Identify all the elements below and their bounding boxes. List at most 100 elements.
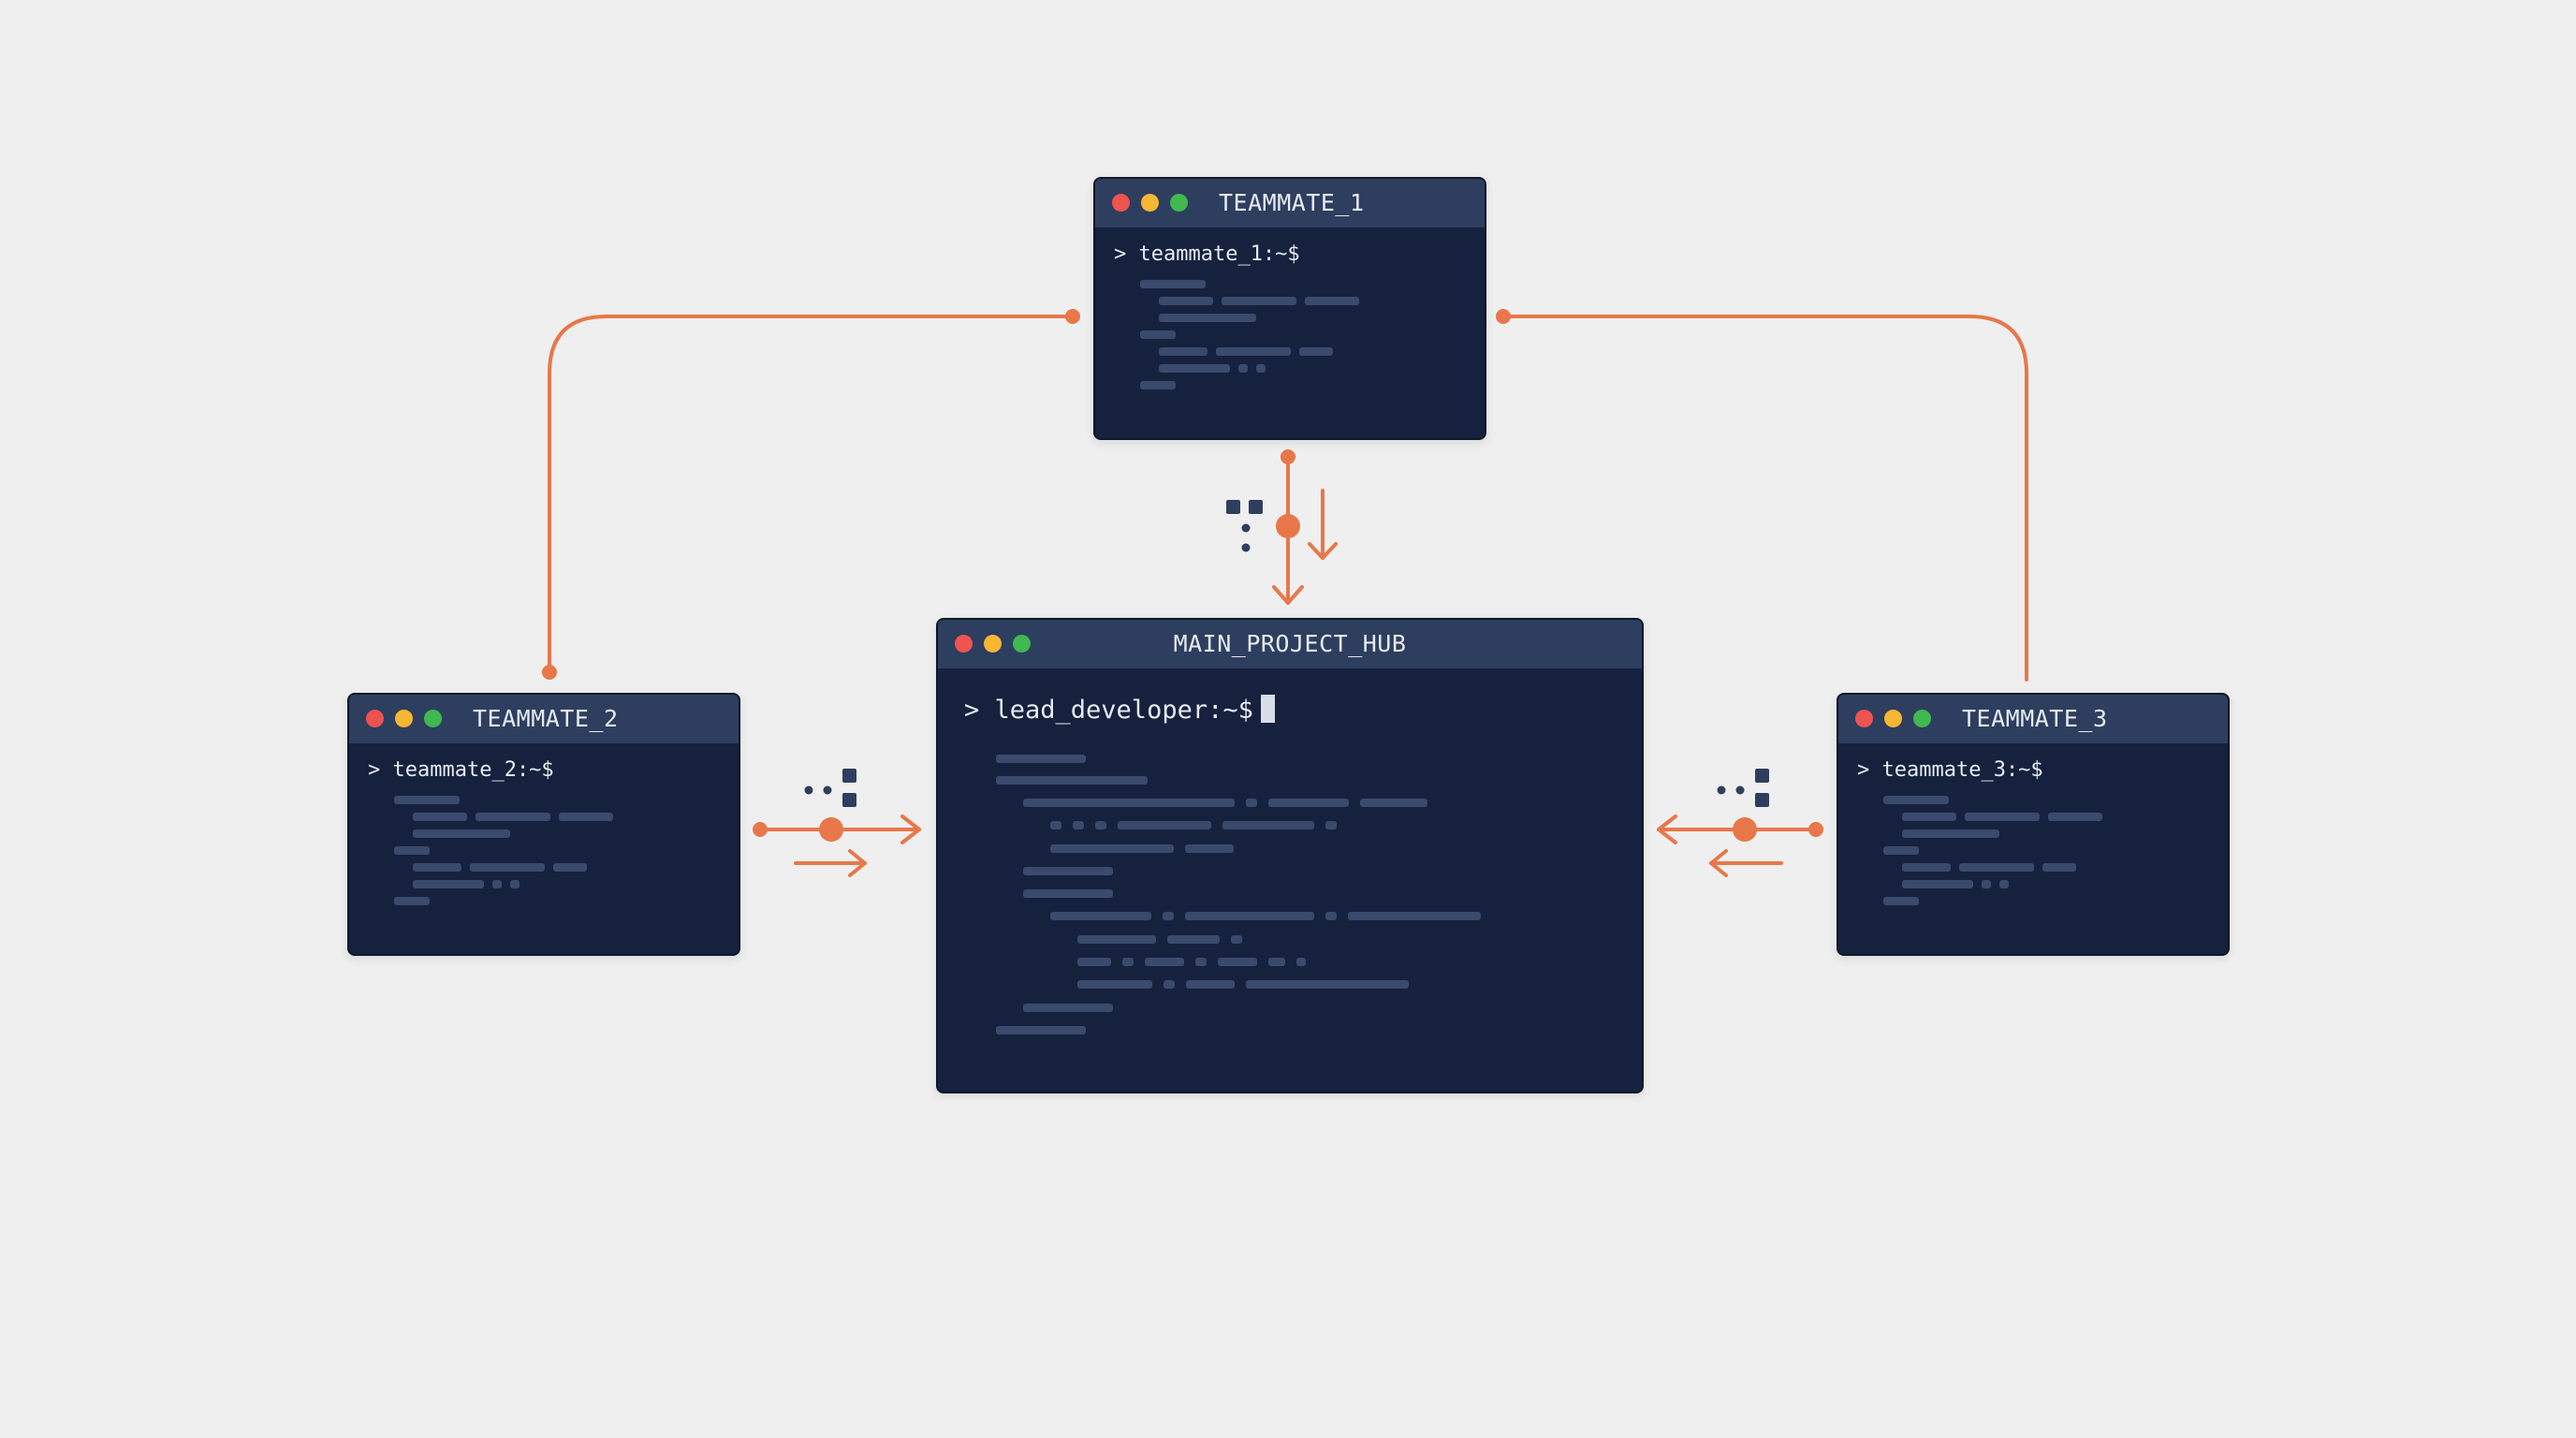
code-placeholder-bar [1186,980,1235,989]
terminal-main-project-hub[interactable]: MAIN_PROJECT_HUB > lead_developer:~$ [936,618,1644,1093]
code-placeholder-bar [1077,958,1111,966]
connector-node [753,822,768,837]
code-placeholder-bar [996,755,1086,763]
arrowhead-right-secondary [848,849,867,877]
code-placeholder-bar [1145,958,1184,966]
code-placeholder-bar [394,796,460,804]
code-placeholder-bar [1902,863,1951,872]
code-placeholder-bar [510,880,520,888]
code-placeholder-bar [1023,1004,1113,1012]
code-placeholder-bar [1050,821,1061,829]
connector-node [542,665,557,680]
connector-hub-node [1276,514,1300,538]
code-placeholder-bar [1238,364,1248,373]
code-placeholder-bar [1159,347,1208,356]
code-placeholder-bar [1268,799,1349,807]
code-placeholder-bar [1023,799,1235,807]
terminal-teammate-2[interactable]: TEAMMATE_2 > teammate_2:~$ [347,693,740,956]
code-placeholder-bar [2042,863,2076,872]
code-placeholder-bar [1073,821,1084,829]
code-placeholder-bar [1050,844,1174,853]
code-placeholder-bar [1164,980,1175,989]
connector-node [1808,822,1823,837]
terminal-teammate-3[interactable]: TEAMMATE_3 > teammate_3:~$ [1837,693,2230,956]
code-placeholder-bar [1159,314,1256,322]
code-placeholder-bar [1360,799,1427,807]
code-placeholder-bar [1140,381,1176,389]
code-placeholder-bar [1268,958,1285,966]
code-placeholder-bar [1902,880,1973,888]
code-placeholder-bar [394,846,430,855]
arrowhead-down-secondary [1308,542,1338,560]
code-placeholder-bar [1077,980,1152,989]
code-placeholder-bar [1159,297,1213,305]
code-placeholder-bar [1982,880,1991,888]
arrowhead-left-main [1657,814,1677,844]
code-placeholder-bar [2048,813,2102,821]
code-placeholder-lines [1838,695,2228,954]
code-placeholder-lines [1095,179,1485,438]
code-placeholder-bar [1163,912,1174,920]
arrowhead-right-main [900,814,921,844]
code-placeholder-bar [413,829,510,838]
code-placeholder-bar [1902,829,1999,838]
code-placeholder-bar [559,813,613,821]
code-placeholder-bar [1999,880,2009,888]
code-placeholder-bar [996,1026,1086,1034]
code-placeholder-bar [394,897,430,905]
arrowhead-down-main [1272,585,1304,605]
data-packet-icon [1717,769,1769,807]
code-placeholder-bar [1159,364,1230,373]
code-placeholder-bar [1246,980,1409,989]
code-placeholder-bar [1256,364,1266,373]
code-placeholder-bar [1140,330,1176,339]
connector-hub-node [819,817,843,842]
workflow-diagram: TEAMMATE_1 > teammate_1:~$ TEAMMATE_2 > … [0,0,2576,1438]
connector-node [1065,309,1080,324]
code-placeholder-bar [1185,844,1234,853]
code-placeholder-bar [1118,821,1211,829]
code-placeholder-lines [938,620,1642,1092]
code-placeholder-bar [1077,935,1156,944]
code-placeholder-bar [1216,347,1291,356]
code-placeholder-bar [1167,935,1220,944]
code-placeholder-bar [1023,889,1113,898]
code-placeholder-bar [1959,863,2034,872]
code-placeholder-bar [1325,912,1337,920]
data-packet-icon [804,769,856,807]
code-placeholder-bar [1883,796,1949,804]
code-placeholder-bar [470,863,545,872]
code-placeholder-bar [476,813,550,821]
code-placeholder-bar [1222,297,1296,305]
code-placeholder-bar [492,880,502,888]
code-placeholder-bar [413,863,461,872]
code-placeholder-bar [1122,958,1134,966]
code-placeholder-bar [1218,958,1257,966]
connector-node [1281,449,1295,464]
arrowhead-left-secondary [1709,849,1728,877]
terminal-teammate-1[interactable]: TEAMMATE_1 > teammate_1:~$ [1093,177,1486,440]
code-placeholder-bar [413,880,484,888]
code-placeholder-bar [1185,912,1314,920]
code-placeholder-bar [553,863,587,872]
code-placeholder-bar [1246,799,1257,807]
code-placeholder-bar [1231,935,1242,944]
code-placeholder-bar [1348,912,1481,920]
code-placeholder-bar [1965,813,2040,821]
code-placeholder-bar [413,813,467,821]
code-placeholder-bar [1296,958,1306,966]
code-placeholder-bar [1050,912,1151,920]
code-placeholder-bar [1305,297,1359,305]
code-placeholder-bar [1883,897,1919,905]
code-placeholder-bar [996,776,1148,785]
connector-node [1496,309,1511,324]
code-placeholder-bar [1095,821,1106,829]
data-packet-icon [1226,500,1263,552]
code-placeholder-bar [1299,347,1333,356]
code-placeholder-bar [1883,846,1919,855]
code-placeholder-bar [1222,821,1314,829]
code-placeholder-bar [1902,813,1956,821]
code-placeholder-bar [1195,958,1207,966]
code-placeholder-bar [1023,867,1113,875]
connector-hub-node [1733,817,1757,842]
